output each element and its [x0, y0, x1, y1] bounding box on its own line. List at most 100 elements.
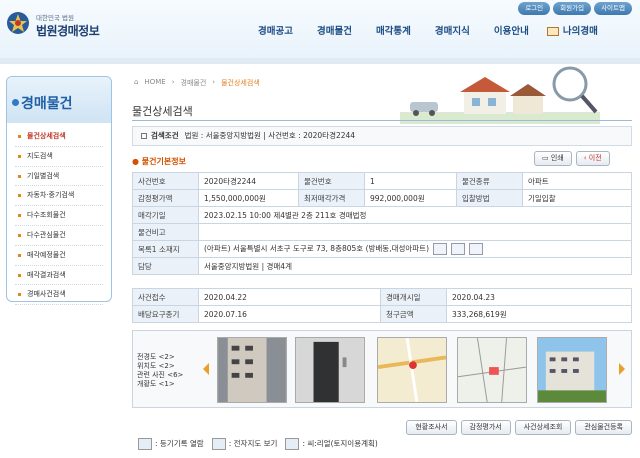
min-price-value: 992,000,000원: [364, 189, 457, 207]
nav-sale-stats[interactable]: 매각통계: [364, 22, 423, 42]
bullet-icon: [12, 99, 19, 106]
address-cell: (아파트) 서울특별시 서초구 도구로 73, 8층805호 (방배동,대성아파…: [198, 240, 632, 258]
case-detail-button[interactable]: 사건상세조회: [514, 420, 572, 435]
nav-guide[interactable]: 이용안내: [482, 22, 541, 42]
hero-illustration: [400, 66, 600, 124]
sidebar-item-vehicle-search[interactable]: 자동차·중기검색: [15, 186, 103, 207]
land-use-icon: [285, 438, 300, 450]
remark-label: 물건비고: [132, 223, 199, 241]
icon-legend: : 등기기록 열람 : 전자지도 보기 : 씨:리얼(토지이용계획): [138, 438, 378, 450]
search-condition: 검색조건 법원 : 서울중앙지방법원 | 사건번호 : 2020타경2244: [132, 126, 632, 146]
logo-subtitle: 대한민국 법원: [36, 14, 74, 22]
min-price-label: 최저매각가격: [298, 189, 365, 207]
print-button[interactable]: ▭ 인쇄: [534, 151, 572, 166]
item-info-table: 사건번호 2020타경2244 물건번호 1 물건종류 아파트 감정평가액 1,…: [132, 172, 632, 275]
map-icon[interactable]: [451, 243, 466, 255]
gallery-next-arrow-icon[interactable]: [619, 363, 625, 375]
item-type-label: 물건종류: [456, 172, 523, 190]
nav-my-auction-label: 나의경매: [562, 26, 598, 37]
logo[interactable]: 대한민국 법원 법원경매정보: [6, 8, 116, 48]
logo-title: 법원경매정보: [36, 24, 100, 38]
nav-auction-notice[interactable]: 경매공고: [246, 22, 305, 42]
photo-label-location[interactable]: 위치도 <2>: [137, 362, 183, 371]
received-value: 2020.04.22: [198, 288, 381, 306]
appraisal-report-button[interactable]: 감정평가서: [460, 420, 511, 435]
sale-date-label: 매각기일: [132, 206, 199, 224]
breadcrumb-home[interactable]: HOME: [144, 78, 165, 88]
claim-value: 333,268,619원: [446, 305, 632, 323]
sidebar-item-most-viewed[interactable]: 다수조회물건: [15, 206, 103, 226]
main-nav: 경매공고 경매물건 매각통계 경매지식 이용안내 나의경매: [246, 22, 610, 42]
utility-links: 로그인 회원가입 사이트맵: [518, 2, 632, 16]
home-icon: ⌂: [134, 78, 139, 86]
printer-icon: ▭: [542, 154, 551, 162]
sidebar-item-detail-search[interactable]: 물건상세검색: [15, 127, 103, 147]
legend-registry: : 등기기록 열람: [138, 438, 204, 450]
sidebar-menu: 물건상세검색 지도검색 기일별검색 자동차·중기검색 다수조회물건 다수관심물건…: [7, 123, 111, 309]
manager-label: 담당: [132, 257, 199, 275]
nav-auction-knowledge[interactable]: 경매지식: [423, 22, 482, 42]
received-label: 사건접수: [132, 288, 199, 306]
photo-thumb-apartment[interactable]: [537, 337, 607, 403]
breadcrumb-separator: ›: [171, 78, 175, 86]
photo-thumb-door[interactable]: [295, 337, 365, 403]
photo-thumb-location-map[interactable]: [377, 337, 447, 403]
sidebar-item-case-search[interactable]: 경매사건검색: [15, 285, 103, 306]
sidebar-item-results[interactable]: 매각결과검색: [15, 266, 103, 286]
section-title: ● 물건기본정보: [132, 157, 186, 166]
deadline-label: 배당요구종기: [132, 305, 199, 323]
sidebar-item-date-search[interactable]: 기일별검색: [15, 167, 103, 187]
book-icon: [546, 27, 559, 36]
address-value: (아파트) 서울특별시 서초구 도구로 73, 8층805호 (방배동,대성아파…: [204, 244, 430, 253]
sale-date-value: 2023.02.15 10:00 제4별관 2층 211호 경매법정: [198, 206, 632, 224]
photo-label-front[interactable]: 전경도 <2>: [137, 353, 183, 362]
remark-value: [198, 223, 632, 241]
legend-land-use-label: 씨:리얼(토지이용계획): [307, 439, 378, 448]
sidebar-item-most-interest[interactable]: 다수관심물건: [15, 226, 103, 246]
prev-button[interactable]: ‹ 이전: [575, 151, 610, 166]
checkbox-icon: [141, 133, 147, 139]
photo-thumb-cadastral-map[interactable]: [457, 337, 527, 403]
start-label: 경매개시일: [380, 288, 447, 306]
case-no-value: 2020타경2244: [198, 172, 299, 190]
case-no-label: 사건번호: [132, 172, 199, 190]
legend-registry-label: 등기기록 열람: [159, 439, 204, 448]
manager-value: 서울중앙지방법원 | 경매4계: [198, 257, 632, 275]
sidebar: 경매물건 물건상세검색 지도검색 기일별검색 자동차·중기검색 다수조회물건 다…: [6, 76, 112, 306]
sitemap-link[interactable]: 사이트맵: [594, 2, 632, 15]
photo-label-related[interactable]: 관련 사진 <6>: [137, 371, 183, 380]
legend-land-use: : 씨:리얼(토지이용계획): [285, 438, 378, 450]
nav-auction-items[interactable]: 경매물건: [305, 22, 364, 42]
breadcrumb: ⌂ HOME › 경매물건 › 물건상세검색: [134, 78, 260, 88]
breadcrumb-items[interactable]: 경매물건: [181, 78, 207, 88]
prev-label: 이전: [588, 154, 602, 162]
header: 대한민국 법원 법원경매정보 로그인 회원가입 사이트맵 경매공고 경매물건 매…: [0, 0, 640, 58]
registry-icon[interactable]: [433, 243, 448, 255]
dates-table: 사건접수 2020.04.22 경매개시일 2020.04.23 배당요구종기 …: [132, 288, 632, 323]
sidebar-item-scheduled[interactable]: 매각예정물건: [15, 246, 103, 266]
legend-map: : 전자지도 보기: [211, 438, 278, 450]
sidebar-item-map-search[interactable]: 지도검색: [15, 147, 103, 167]
deadline-value: 2020.07.16: [198, 305, 381, 323]
signup-link[interactable]: 회원가입: [553, 2, 592, 15]
photo-label-overview[interactable]: 개황도 <1>: [137, 380, 183, 389]
court-emblem-icon: [7, 12, 29, 34]
land-use-icon[interactable]: [469, 243, 484, 255]
map-icon: [211, 438, 226, 450]
status-report-button[interactable]: 현황조사서: [406, 420, 457, 435]
bid-method-value: 기일입찰: [522, 189, 632, 207]
claim-label: 청구금액: [380, 305, 447, 323]
login-link[interactable]: 로그인: [518, 2, 551, 15]
photo-labels: 전경도 <2> 위치도 <2> 관련 사진 <6> 개황도 <1>: [137, 353, 183, 389]
photo-thumb-building[interactable]: [217, 337, 287, 403]
item-no-value: 1: [364, 172, 457, 190]
nav-my-auction[interactable]: 나의경매: [541, 22, 610, 42]
action-buttons: ▭ 인쇄 ‹ 이전: [534, 151, 610, 166]
bottom-buttons: 현황조사서 감정평가서 사건상세조회 관심물건등록: [406, 420, 632, 435]
sidebar-header: 경매물건: [7, 77, 111, 123]
gallery-prev-arrow-icon[interactable]: [203, 363, 209, 375]
add-interest-button[interactable]: 관심물건등록: [575, 420, 632, 435]
item-type-value: 아파트: [522, 172, 632, 190]
legend-map-label: 전자지도 보기: [233, 439, 278, 448]
search-condition-text: 법원 : 서울중앙지방법원 | 사건번호 : 2020타경2244: [184, 131, 356, 140]
